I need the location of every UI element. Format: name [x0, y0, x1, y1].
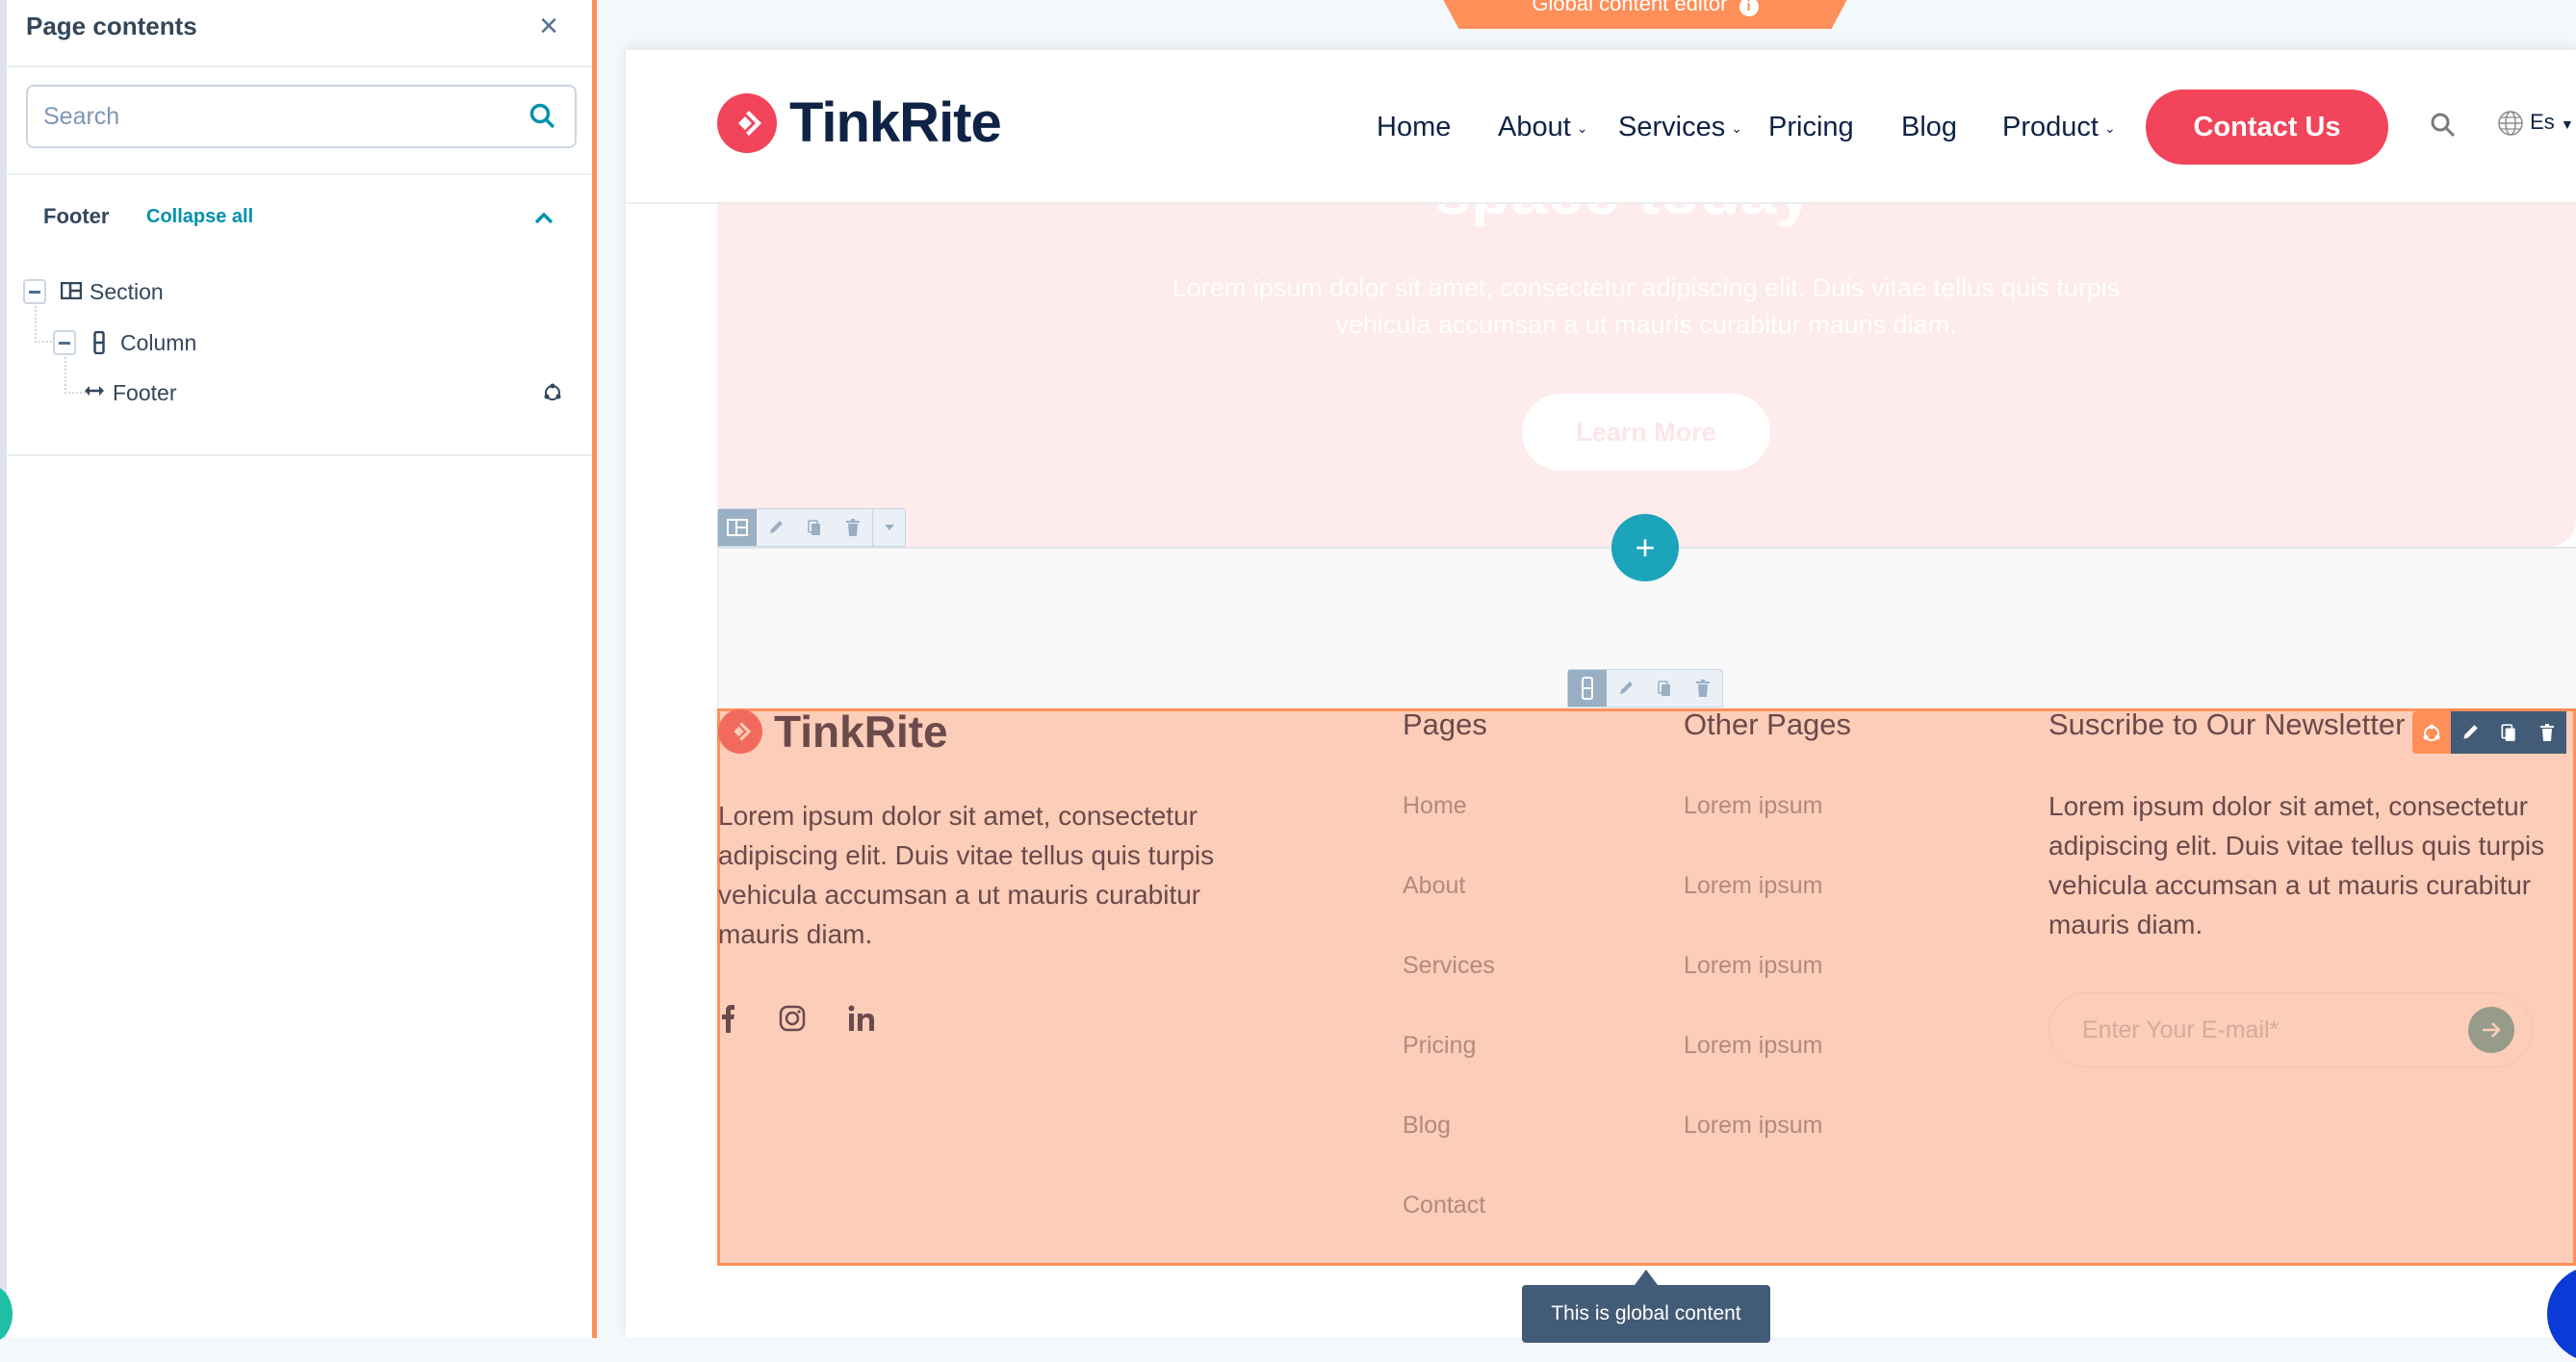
add-section-button[interactable]: +: [1611, 514, 1679, 581]
footer-link-home[interactable]: Home: [1403, 792, 1467, 820]
newsletter-heading: Suscribe to Our Newsletter: [2048, 707, 2406, 741]
language-switcher[interactable]: Es ▼: [2497, 110, 2574, 137]
hero-text: Lorem ipsum dolor sit amet, consectetur …: [1172, 273, 2121, 339]
nav-product-label: Product: [2002, 112, 2099, 142]
nav-services-label: Services: [1618, 112, 1726, 142]
learn-more-button[interactable]: Learn More: [1522, 394, 1770, 471]
section-toolbar: [717, 508, 906, 547]
footer-link-other[interactable]: Lorem ipsum: [1684, 872, 1823, 900]
close-icon[interactable]: ×: [534, 10, 563, 42]
info-icon[interactable]: i: [1739, 0, 1759, 16]
chevron-down-icon: ⌄: [1731, 119, 1742, 136]
search-input[interactable]: [43, 87, 505, 146]
plus-icon: +: [1635, 527, 1656, 567]
nav-about-label: About: [1498, 112, 1571, 142]
tree-connector: [64, 357, 86, 394]
newsletter-text: Lorem ipsum dolor sit amet, consectetur …: [2048, 791, 2545, 939]
footer-link-pricing[interactable]: Pricing: [1403, 1032, 1476, 1060]
other-pages-heading: Other Pages: [1684, 707, 1852, 741]
footer-about-text: Lorem ipsum dolor sit amet, consectetur …: [718, 801, 1215, 949]
footer-link-other[interactable]: Lorem ipsum: [1684, 1112, 1823, 1140]
divider: [7, 173, 592, 175]
footer-brand-name: TinkRite: [774, 707, 948, 757]
footer-link-contact[interactable]: Contact: [1403, 1192, 1485, 1220]
search-icon[interactable]: [528, 102, 557, 131]
search-icon[interactable]: [2430, 112, 2457, 139]
module-toolbar: [2412, 711, 2566, 754]
pages-heading: Pages: [1403, 707, 1487, 741]
site-brand-name[interactable]: TinkRite: [789, 90, 1002, 155]
divider: [7, 65, 592, 67]
global-content-editor-label: Global content editor: [1532, 0, 1728, 15]
nav-blog[interactable]: Blog: [1901, 112, 1957, 143]
help-widget-button[interactable]: [0, 1285, 13, 1343]
footer-link-blog[interactable]: Blog: [1403, 1112, 1451, 1140]
duplicate-icon[interactable]: [795, 509, 834, 546]
duplicate-icon[interactable]: [2489, 711, 2528, 754]
contact-us-button[interactable]: Contact Us: [2146, 90, 2388, 165]
sidebar-resize-handle[interactable]: [592, 0, 597, 1338]
edit-pencil-icon[interactable]: [2451, 711, 2489, 754]
edit-pencil-icon[interactable]: [757, 509, 795, 546]
column-toolbar: [1567, 669, 1723, 707]
global-content-editor-tab: Global content editor i: [1438, 0, 1852, 29]
chevron-down-icon: ⌄: [1576, 119, 1588, 136]
global-content-icon: [544, 383, 561, 400]
global-content-icon[interactable]: [2412, 711, 2451, 754]
trash-icon[interactable]: [2528, 711, 2566, 754]
footer-link-about[interactable]: About: [1403, 872, 1465, 900]
instagram-icon[interactable]: [778, 1004, 807, 1033]
globe-icon: [2498, 111, 2523, 136]
nav-pricing-label: Pricing: [1768, 112, 1854, 142]
column-collapse-toggle[interactable]: [53, 330, 76, 355]
nav-product[interactable]: Product ⌄: [2002, 112, 2116, 143]
section-layout-icon[interactable]: [718, 509, 757, 546]
trash-icon[interactable]: [1684, 670, 1722, 707]
footer-link-other[interactable]: Lorem ipsum: [1684, 952, 1823, 980]
tree-item-footer[interactable]: Footer: [113, 380, 176, 406]
tinkrite-logo-icon: [717, 93, 777, 153]
duplicate-icon[interactable]: [1645, 670, 1684, 707]
hero-section[interactable]: [717, 204, 2576, 547]
nav-pricing[interactable]: Pricing: [1768, 112, 1854, 143]
language-label: Es: [2530, 110, 2555, 134]
nav-home[interactable]: Home: [1377, 112, 1451, 143]
newsletter-email-field[interactable]: [2048, 992, 2533, 1067]
section-layout-icon: [61, 282, 82, 299]
tinkrite-logo-icon: [718, 709, 762, 754]
facebook-icon[interactable]: [716, 1004, 745, 1033]
search-field[interactable]: [26, 85, 577, 148]
chevron-down-icon: ⌄: [2103, 119, 2116, 136]
tree-item-column[interactable]: Column: [120, 330, 196, 356]
chevron-up-icon[interactable]: [529, 204, 558, 233]
nav-home-label: Home: [1377, 112, 1452, 142]
page-contents-sidebar: Page contents × Footer Collapse all Sect…: [0, 0, 592, 1343]
column-icon: [93, 331, 105, 354]
email-input[interactable]: [2082, 993, 2448, 1066]
section-collapse-toggle[interactable]: [23, 279, 46, 304]
newsletter-submit-button[interactable]: [2468, 1007, 2514, 1053]
tree-item-section[interactable]: Section: [90, 279, 164, 305]
caret-down-icon[interactable]: [872, 509, 905, 546]
collapse-all-link[interactable]: Collapse all: [146, 206, 253, 228]
global-content-tooltip: This is global content: [1522, 1270, 1770, 1343]
footer-link-other[interactable]: Lorem ipsum: [1684, 1032, 1823, 1060]
column-icon[interactable]: [1568, 670, 1607, 707]
group-title: Footer: [43, 204, 110, 228]
nav-about[interactable]: About ⌄: [1498, 112, 1588, 143]
nav-blog-label: Blog: [1901, 112, 1958, 142]
edit-pencil-icon[interactable]: [1607, 670, 1645, 707]
linkedin-icon[interactable]: [847, 1004, 876, 1033]
caret-down-icon: ▼: [2560, 116, 2574, 132]
horizontal-arrows-icon: [85, 386, 104, 396]
nav-services[interactable]: Services ⌄: [1618, 112, 1742, 143]
sidebar-title: Page contents: [26, 12, 197, 40]
footer-link-other[interactable]: Lorem ipsum: [1684, 792, 1823, 820]
trash-icon[interactable]: [834, 509, 872, 546]
divider: [7, 454, 592, 456]
arrow-right-icon: [2483, 1022, 2501, 1038]
footer-link-services[interactable]: Services: [1403, 952, 1495, 980]
